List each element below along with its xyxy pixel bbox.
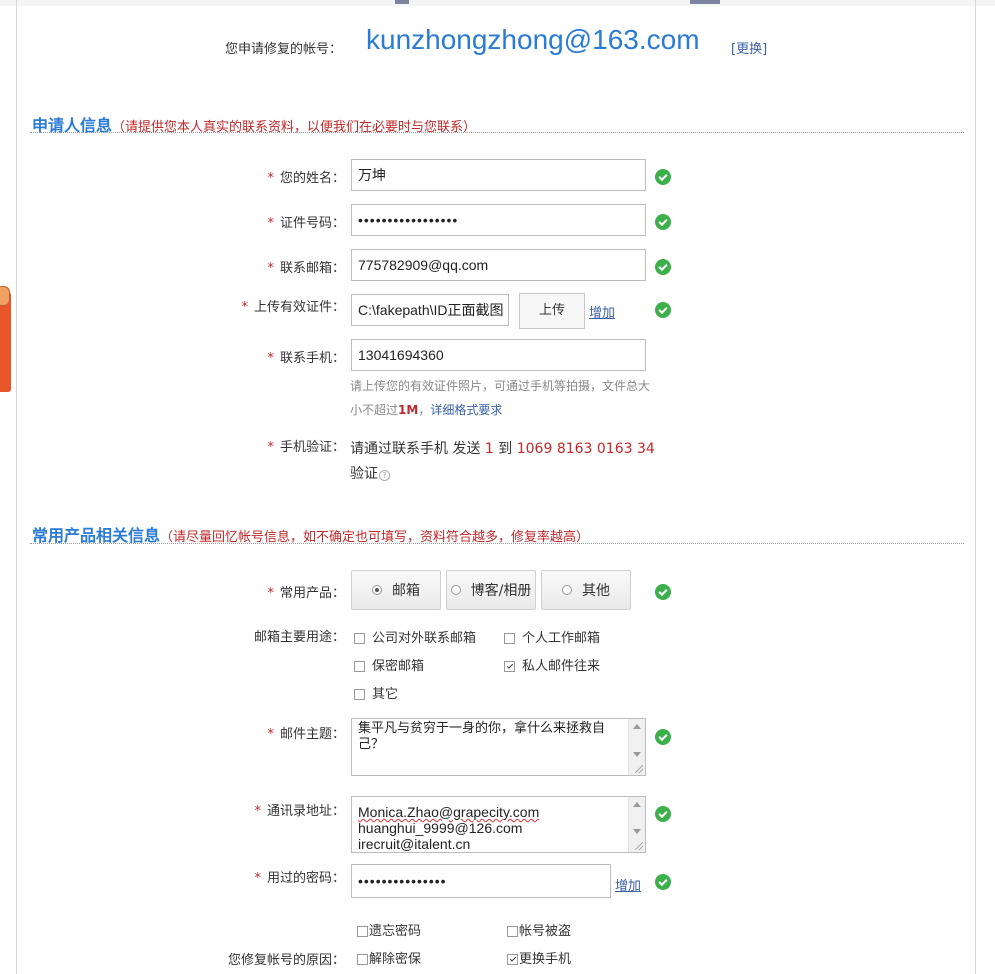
phone-input[interactable]: 13041694360 [351, 339, 646, 371]
checkbox-checked-icon[interactable] [504, 661, 515, 672]
add-password-link[interactable]: 增加 [615, 875, 641, 894]
frame-border-left [16, 0, 17, 974]
checkbox-icon[interactable] [357, 926, 368, 937]
top-strip [0, 0, 995, 6]
radio-icon [562, 585, 572, 595]
reason-option[interactable]: 解除密保 [357, 948, 421, 967]
usage-option[interactable]: 私人邮件往来 [504, 655, 600, 674]
top-smudge [395, 0, 409, 4]
checkbox-icon[interactable] [354, 689, 365, 700]
usage-option[interactable]: 其它 [354, 683, 398, 702]
contact-email-label: * 联系邮箱： [267, 261, 345, 276]
section-divider [30, 543, 964, 544]
sms-instructions: 请通过联系手机 发送 1 到 1069 8163 0163 34 验证? [350, 441, 655, 482]
usage-label: 邮箱主要用途： [253, 630, 345, 645]
valid-check-icon [655, 214, 671, 230]
valid-check-icon [655, 584, 671, 600]
size-limit: 1M [398, 403, 419, 417]
product-option-mail[interactable]: 邮箱 [351, 570, 441, 610]
valid-check-icon [655, 169, 671, 185]
feedback-side-tab[interactable] [0, 286, 11, 392]
upload-button[interactable]: 上传 [519, 293, 585, 329]
product-option-blog[interactable]: 博客/相册 [446, 570, 536, 610]
name-label: * 您的姓名： [267, 171, 345, 186]
usage-option[interactable]: 保密邮箱 [354, 655, 424, 674]
usage-option[interactable]: 个人工作邮箱 [504, 627, 600, 646]
passwords-label: * 用过的密码： [254, 871, 345, 886]
checkbox-icon[interactable] [504, 633, 515, 644]
id-number-label: * 证件号码： [267, 216, 345, 231]
valid-check-icon [655, 302, 671, 318]
name-input[interactable]: 万坤 [351, 159, 646, 191]
usage-option[interactable]: 公司对外联系邮箱 [354, 627, 476, 646]
checkbox-icon[interactable] [354, 661, 365, 672]
valid-check-icon [655, 259, 671, 275]
help-icon[interactable]: ? [379, 470, 390, 481]
subject-label: * 邮件主题： [267, 727, 345, 742]
account-email: kunzhongzhong@163.com [366, 24, 700, 55]
radio-icon [450, 585, 461, 595]
top-smudge [690, 0, 720, 4]
product-option-other[interactable]: 其他 [541, 570, 631, 610]
valid-check-icon [655, 806, 671, 822]
phone-label: * 联系手机： [267, 351, 345, 366]
add-upload-link[interactable]: 增加 [589, 302, 615, 321]
frame-border-right [975, 0, 976, 974]
contact-email-input[interactable]: 775782909@qq.com [351, 249, 646, 281]
password-input[interactable]: ••••••••••••••• [351, 864, 611, 898]
radio-icon [372, 585, 382, 595]
section-divider [30, 132, 964, 133]
reason-label: 您修复帐号的原因： [227, 953, 345, 968]
reason-option[interactable]: 帐号被盗 [507, 920, 571, 939]
person-icon [0, 286, 10, 306]
checkbox-icon[interactable] [507, 926, 518, 937]
reason-option[interactable]: 遗忘密码 [357, 920, 421, 939]
id-number-input[interactable]: ••••••••••••••••• [351, 204, 646, 236]
contacts-textarea[interactable]: Monica.Zhao@grapecity.com huanghui_9999@… [351, 796, 646, 853]
sms-code: 1 [484, 441, 494, 457]
textarea-scrollbar[interactable] [628, 719, 645, 775]
product-label: * 常用产品： [267, 586, 345, 601]
checkbox-icon[interactable] [357, 954, 368, 965]
upload-label: * 上传有效证件： [241, 300, 345, 315]
checkbox-checked-icon[interactable] [507, 954, 518, 965]
upload-path-input[interactable]: C:\fakepath\ID正面截图 [351, 294, 509, 326]
subject-textarea[interactable]: 集平凡与贫穷于一身的你，拿什么来拯救自己？ [351, 718, 646, 776]
change-account-link[interactable]: [更换] [731, 38, 767, 57]
valid-check-icon [655, 729, 671, 745]
checkbox-icon[interactable] [354, 633, 365, 644]
valid-check-icon [655, 874, 671, 890]
upload-hint: 请上传您的有效证件照片，可通过手机等拍摄，文件总大小不超过1M，详细格式要求 [350, 379, 651, 417]
contacts-label: * 通讯录地址： [254, 804, 345, 819]
sms-label: * 手机验证： [267, 440, 345, 455]
account-label: 您申请修复的帐号： [225, 42, 343, 57]
sms-number: 1069 8163 0163 34 [516, 441, 655, 457]
reason-option[interactable]: 更换手机 [507, 948, 571, 967]
format-requirements-link[interactable]: 详细格式要求 [430, 403, 502, 417]
textarea-scrollbar[interactable] [628, 797, 645, 852]
